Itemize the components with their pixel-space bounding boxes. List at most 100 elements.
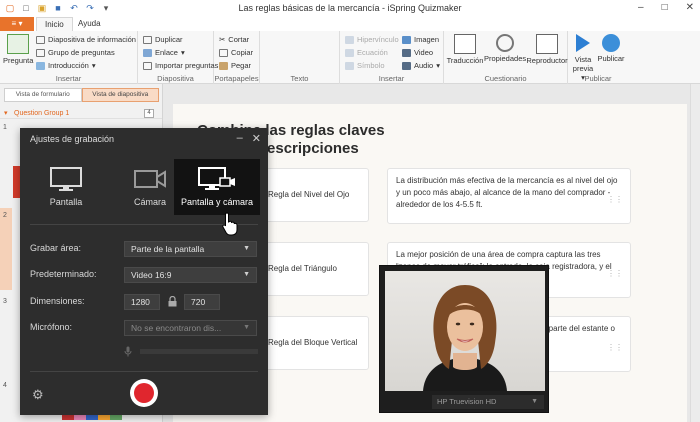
chevron-down-icon: ▼ [243,271,250,278]
publicar-button[interactable]: Publicar [596,34,626,63]
gear-icon [496,34,514,52]
minimize-icon[interactable]: – [237,132,243,145]
group-count-badge: 4 [144,109,154,118]
copy-icon [219,48,228,57]
settings-gear-icon[interactable]: ⚙ [32,387,44,403]
editor-scrollbar[interactable] [690,84,700,422]
drag-handle-icon[interactable]: ⋮⋮ [607,342,623,354]
match-left-card[interactable]: Regla del Nivel del Ojo [259,168,369,222]
match-left-card[interactable]: Regla del Bloque Vertical [259,316,369,370]
close-icon[interactable]: ✕ [252,132,261,145]
duplicar-button[interactable]: Duplicar [143,35,183,44]
video-button[interactable]: Video [402,48,433,57]
recording-settings-dialog: Ajustes de grabación – ✕ Pantalla Cámara… [20,128,268,415]
predeterminado-label: Predeterminado: [30,269,97,279]
chevron-down-icon: ▼ [243,245,250,252]
tab-vista-formulario[interactable]: Vista de formulario [4,88,82,102]
slide-number: 4 [3,382,7,389]
dialog-title: Ajustes de grabación [30,134,115,144]
divider [30,371,258,372]
diapositiva-informacion-button[interactable]: Diapositiva de información [36,35,136,44]
question-group-row[interactable]: ▾ Question Group 1 4 [0,108,162,119]
ribbon-group-insertar: Pregunta Diapositiva de información Grup… [0,31,138,84]
slide-number: 1 [3,124,7,131]
pegar-button[interactable]: Pegar [219,61,251,70]
minimize-window-icon[interactable]: – [638,2,644,13]
audio-button[interactable]: Audio ▾ [402,61,440,70]
file-menu-button[interactable]: ≡ ▾ [0,17,34,31]
camera-device-select[interactable]: HP Truevision HD ▼ [432,395,544,409]
audio-icon [402,61,411,70]
selected-slide-marker [0,208,12,290]
propiedades-button[interactable]: Propiedades [484,34,526,63]
width-input[interactable]: 1280 [124,294,160,310]
image-icon [402,35,411,44]
copiar-button[interactable]: Copiar [219,48,253,57]
grabar-area-label: Grabar área: [30,243,82,253]
introduccion-button[interactable]: Introducción ▾ [36,61,96,70]
drag-handle-icon[interactable]: ⋮⋮ [607,268,623,280]
tab-ayuda[interactable]: Ayuda [70,17,109,31]
dialog-controls: – ✕ [237,132,261,145]
ribbon: Pregunta Diapositiva de información Grup… [0,31,700,84]
link-icon [143,48,152,57]
microfono-select[interactable]: No se encontraron dis... ▼ [124,320,257,336]
ribbon-group-portapapeles: ✂ Cortar Copiar Pegar Portapapeles [214,31,260,84]
pregunta-button[interactable]: Pregunta [3,34,33,65]
window-controls: – □ ✕ [638,2,694,13]
symbol-icon [345,61,354,70]
camera-icon [134,167,166,191]
slide-number: 2 [3,212,7,219]
webcam-preview: HP Truevision HD ▼ [379,265,549,413]
cortar-button[interactable]: ✂ Cortar [219,35,249,44]
close-window-icon[interactable]: ✕ [686,2,694,13]
presenter-image [423,285,507,391]
video-icon [402,48,411,57]
chevron-down-icon: ▾ [4,110,8,117]
import-icon [143,61,152,70]
predeterminado-select[interactable]: Video 16:9 ▼ [124,267,257,283]
match-right-card[interactable]: La distribución más efectiva de la merca… [387,168,631,224]
ribbon-group-texto: Texto [260,31,340,84]
hipervinculo-button[interactable]: Hipervínculo [345,35,399,44]
grupo-preguntas-button[interactable]: Grupo de preguntas [36,48,115,57]
hyperlink-icon [345,35,354,44]
slide-number: 3 [3,298,7,305]
height-input[interactable]: 720 [184,294,220,310]
ribbon-group-publicar: Vista previa ▾ Publicar Publicar [568,31,628,84]
maximize-window-icon[interactable]: □ [662,2,668,13]
pregunta-icon [7,34,29,54]
simbolo-button[interactable]: Símbolo [345,61,385,70]
translation-icon [454,34,476,54]
grabar-area-select[interactable]: Parte de la pantalla ▼ [124,241,257,257]
ecuacion-button[interactable]: Ecuación [345,48,388,57]
screen-and-camera-icon [198,167,236,191]
match-left-card[interactable]: Regla del Triángulo [259,242,369,296]
traduccion-button[interactable]: Traducción [446,34,484,65]
imagen-button[interactable]: Imagen [402,35,439,44]
tab-inicio[interactable]: Inicio [36,17,73,31]
play-icon [576,34,590,52]
enlace-button[interactable]: Enlace ▾ [143,48,185,57]
lock-icon[interactable] [168,295,178,308]
chevron-down-icon: ▼ [243,324,250,331]
tab-vista-diapositiva[interactable]: Vista de diapositiva [81,88,159,102]
webcam-video-feed [385,271,545,391]
audio-level-meter [140,349,258,354]
equation-icon [345,48,354,57]
ribbon-group-diapositiva: Duplicar Enlace ▾ Importar preguntas Diap… [138,31,218,84]
duplicate-icon [143,35,152,44]
reproductor-button[interactable]: Reproductor [526,34,568,65]
view-tabs: Vista de formulario Vista de diapositiva [4,88,159,102]
record-button[interactable] [130,379,158,407]
hand-pointer-cursor-icon [222,212,238,236]
chevron-down-icon: ▼ [531,398,538,405]
mode-pantalla-button[interactable]: Pantalla [24,159,108,215]
ribbon-group-cuestionario: Traducción Propiedades Reproductor Cuest… [444,31,568,84]
mode-pantalla-camara-button[interactable]: Pantalla y cámara [174,159,260,215]
title-bar: ▢ □ ▣ ■ ↶ ↷ ▾ Las reglas básicas de la m… [0,0,700,17]
drag-handle-icon[interactable]: ⋮⋮ [607,194,623,206]
importar-preguntas-button[interactable]: Importar preguntas [143,61,218,70]
info-slide-icon [36,35,45,44]
question-group-icon [36,48,45,57]
